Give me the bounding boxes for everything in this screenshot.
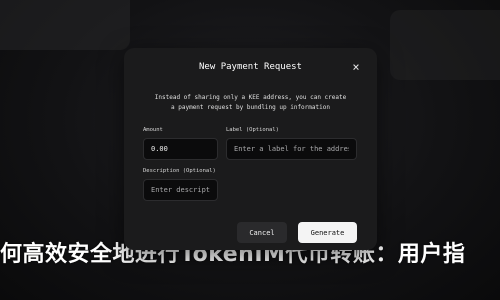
background-panel bbox=[390, 10, 500, 80]
description-input[interactable] bbox=[143, 179, 218, 201]
amount-input[interactable] bbox=[143, 138, 218, 160]
close-icon[interactable]: × bbox=[350, 61, 362, 73]
dialog-description: Instead of sharing only a KEE address, y… bbox=[146, 93, 355, 113]
cancel-button[interactable]: Cancel bbox=[237, 222, 287, 243]
amount-label: Amount bbox=[143, 127, 163, 133]
description-line: Instead of sharing only a KEE address, y… bbox=[154, 94, 347, 101]
description-label: Description (Optional) bbox=[143, 168, 216, 174]
generate-button[interactable]: Generate bbox=[298, 222, 357, 243]
address-label-input[interactable] bbox=[226, 138, 357, 160]
background-panel bbox=[0, 0, 130, 50]
dialog-title: New Payment Request bbox=[199, 62, 302, 72]
address-label-label: Label (Optional) bbox=[226, 127, 279, 133]
description-line: a payment request by bundling up informa… bbox=[171, 104, 330, 111]
